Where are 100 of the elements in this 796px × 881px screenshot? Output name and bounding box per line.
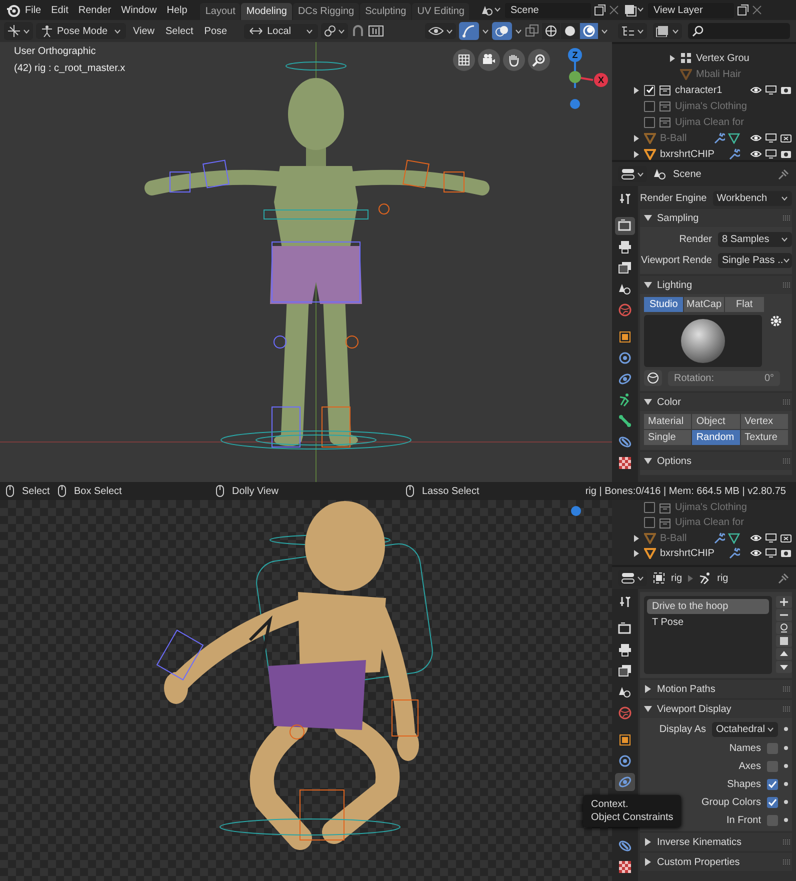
link-button[interactable] (321, 23, 348, 39)
checkbox[interactable] (767, 760, 778, 772)
rotation-field[interactable]: Rotation: 0° (668, 370, 780, 386)
display-mode-button[interactable] (618, 23, 647, 39)
workspace-tab[interactable]: Layout (200, 3, 240, 20)
option-button[interactable]: Material (644, 414, 692, 429)
disclosure-triangle-icon[interactable] (644, 858, 652, 866)
drag-handle-icon[interactable] (782, 839, 792, 845)
list-item[interactable]: Drive to the hoop (647, 599, 769, 614)
world-space-button[interactable] (644, 370, 662, 386)
shading-button[interactable] (542, 23, 560, 39)
xray-icon[interactable] (525, 24, 539, 38)
keyframe-dot[interactable] (784, 818, 788, 822)
list-button[interactable] (776, 622, 792, 634)
checkbox[interactable] (767, 778, 778, 790)
option-button[interactable]: Flat (724, 297, 764, 312)
workspace-tab[interactable]: DCs Rigging (292, 3, 360, 20)
panel-header[interactable]: Motion Paths (640, 680, 792, 698)
expand-arrow-icon[interactable] (634, 86, 638, 94)
editor-type-button[interactable] (4, 22, 33, 40)
expand-arrow-icon[interactable] (634, 150, 638, 158)
camera-icon[interactable] (780, 149, 792, 159)
checkbox[interactable] (767, 814, 778, 826)
menu-item[interactable]: Window (116, 4, 162, 16)
menu-item[interactable]: Pose (200, 26, 232, 36)
outliner-item[interactable]: bxrshrtCHIP (660, 148, 714, 160)
action-list[interactable]: Drive to the hoop T Pose (644, 596, 772, 674)
workspace-tab[interactable]: Modeling (241, 3, 292, 20)
outliner-item[interactable]: character1 (675, 84, 722, 96)
search-field[interactable] (688, 23, 790, 39)
expand-arrow-icon[interactable] (634, 550, 638, 557)
navigation-button[interactable] (453, 49, 475, 71)
disclosure-triangle-icon[interactable] (644, 685, 652, 693)
option-button[interactable]: Single (644, 430, 692, 445)
navigation-button[interactable] (503, 49, 525, 71)
panel-header[interactable]: Color (640, 393, 792, 411)
checkbox[interactable] (644, 84, 655, 96)
disclosure-triangle-icon[interactable] (644, 457, 652, 465)
option-button[interactable]: Studio (644, 297, 684, 312)
keyframe-dot[interactable] (784, 727, 788, 731)
workspace-tab[interactable]: UV Editing (412, 3, 470, 20)
shading-button[interactable] (580, 23, 598, 39)
filter-button[interactable] (653, 23, 682, 39)
expand-arrow-icon[interactable] (670, 54, 674, 62)
drag-handle-icon[interactable] (782, 686, 792, 692)
keyframe-dot[interactable] (784, 746, 788, 750)
menu-item[interactable]: Edit (46, 4, 74, 16)
list-button[interactable] (776, 661, 792, 673)
overlay-toggle[interactable] (492, 22, 512, 40)
close-icon[interactable] (752, 5, 762, 15)
properties-tab[interactable] (615, 217, 635, 235)
copy-icon[interactable] (594, 4, 606, 16)
menu-item[interactable]: Render (73, 4, 116, 16)
keyframe-dot[interactable] (784, 764, 788, 768)
studio-light-preview[interactable] (644, 315, 762, 367)
panel-header[interactable]: Lighting (640, 276, 792, 294)
display-dropdown[interactable]: Octahedral (712, 722, 778, 736)
panel-header[interactable]: Viewport Display (640, 700, 792, 718)
disclosure-triangle-icon[interactable] (644, 281, 652, 289)
bar-chart-icon[interactable] (368, 24, 384, 38)
option-button[interactable]: Texture (740, 430, 788, 445)
drag-handle-icon[interactable] (782, 282, 792, 288)
scene-field[interactable]: Scene (505, 2, 592, 18)
menu-item[interactable]: File (20, 4, 46, 16)
list-button[interactable] (776, 596, 792, 608)
option-button[interactable]: MatCap (684, 297, 724, 312)
panel-header[interactable]: Custom Properties (640, 853, 792, 871)
navigation-button[interactable] (478, 49, 500, 71)
view-layer-field[interactable]: View Layer (648, 2, 734, 18)
disclosure-triangle-icon[interactable] (644, 214, 652, 222)
visibility-button[interactable] (425, 23, 456, 39)
drag-handle-icon[interactable] (782, 859, 792, 865)
gear-icon[interactable] (770, 315, 782, 327)
drag-handle-icon[interactable] (782, 706, 792, 712)
camera-icon[interactable] (780, 548, 792, 558)
pivot-dropdown[interactable]: Local (244, 24, 318, 38)
drag-handle-icon[interactable] (782, 215, 792, 221)
dropdown[interactable]: 8 Samples (718, 232, 792, 246)
render-engine-dropdown[interactable]: Workbench (712, 190, 792, 206)
disclosure-triangle-icon[interactable] (644, 838, 652, 846)
menu-item[interactable]: Select (162, 26, 198, 36)
panel-header[interactable]: Options (640, 452, 792, 470)
monitor-icon[interactable] (765, 548, 777, 558)
dropdown[interactable]: Single Pass .. (718, 252, 792, 268)
drag-handle-icon[interactable] (782, 458, 792, 464)
checkbox[interactable] (767, 742, 778, 754)
close-icon[interactable] (609, 5, 620, 15)
shading-button[interactable] (561, 23, 579, 39)
menu-item[interactable]: View (129, 26, 158, 36)
copy-icon[interactable] (737, 4, 750, 16)
menu-item[interactable]: Help (162, 4, 192, 16)
axis-label[interactable]: X (594, 73, 608, 87)
disclosure-triangle-icon[interactable] (644, 705, 652, 713)
pin-icon[interactable] (778, 572, 790, 584)
bone-ring[interactable] (286, 62, 346, 70)
eye-icon[interactable] (750, 149, 762, 159)
keyframe-dot[interactable] (784, 800, 788, 804)
workspace-tab[interactable]: Sculpting (360, 3, 412, 20)
magnet-icon[interactable] (351, 24, 366, 38)
outliner-item[interactable]: bxrshrtCHIP (660, 548, 714, 559)
